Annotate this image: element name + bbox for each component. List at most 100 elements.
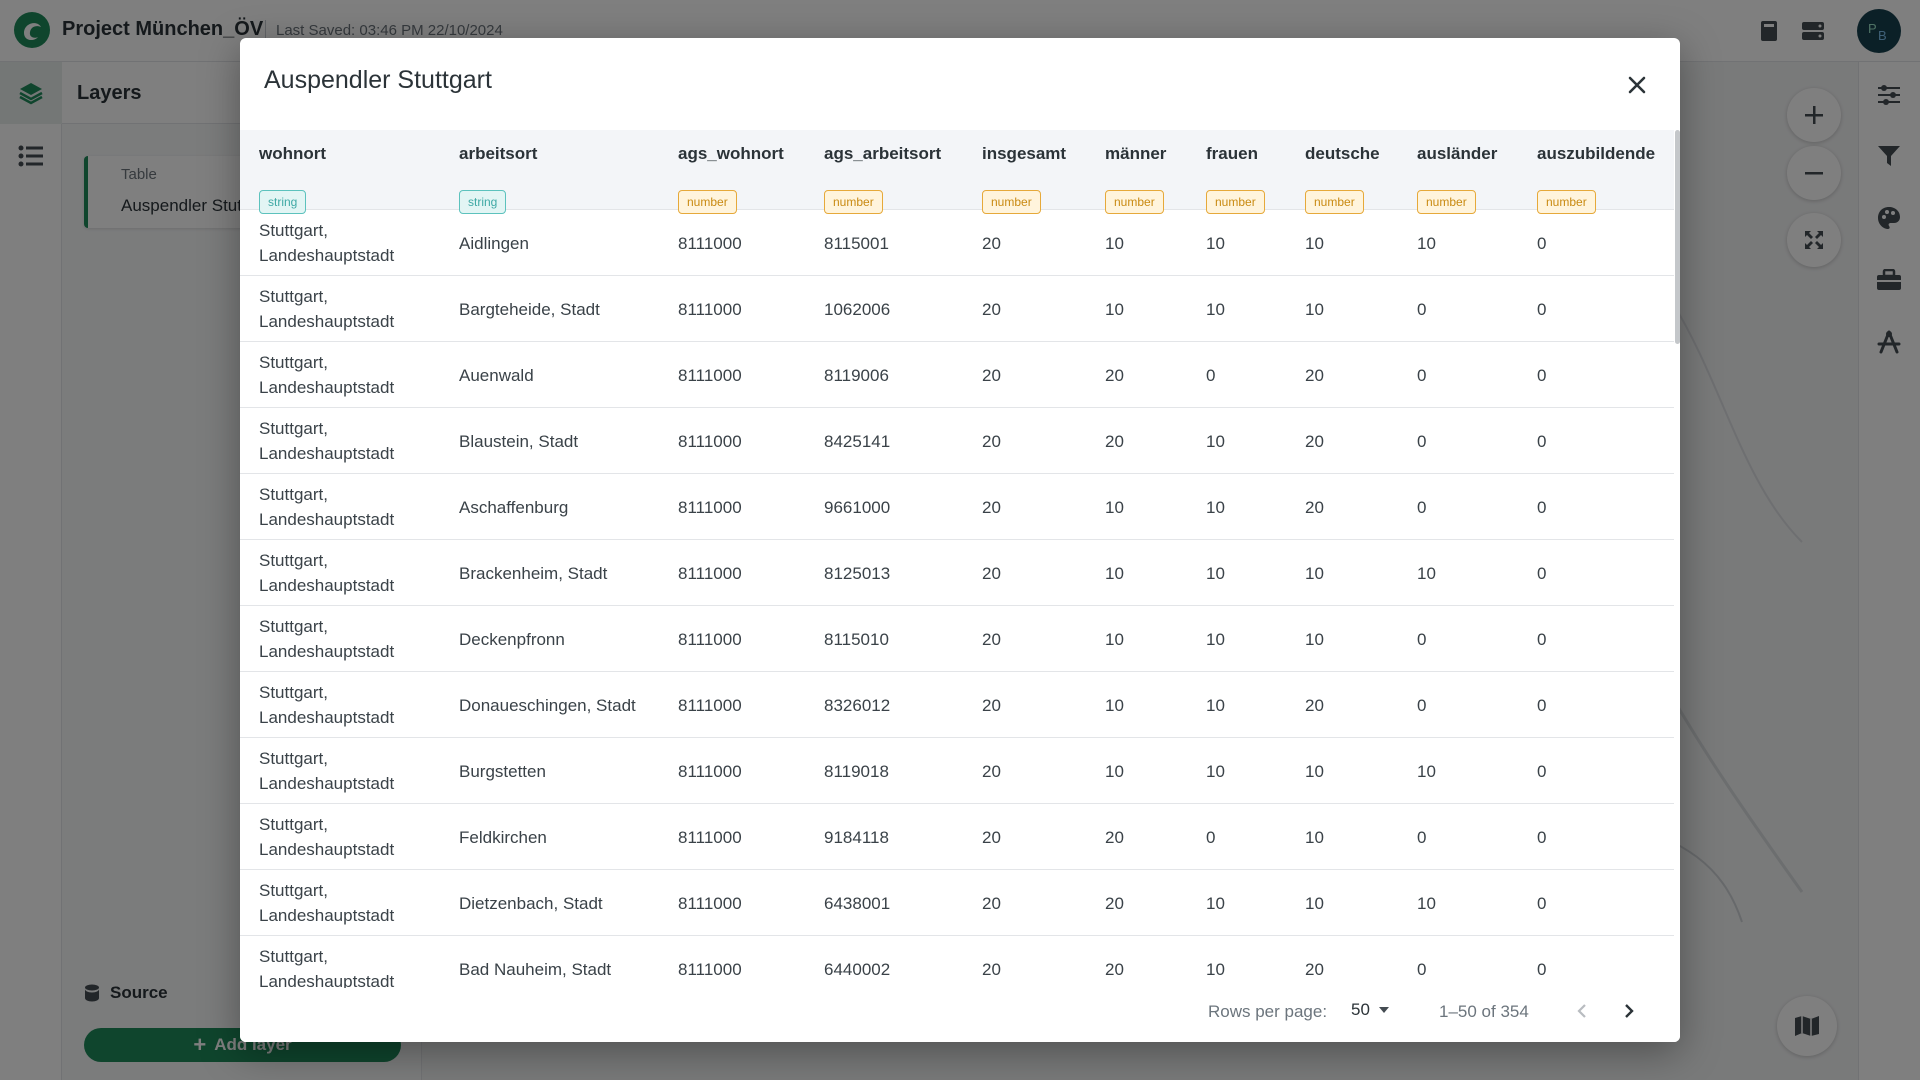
column-header-5[interactable]: männer number [1105,144,1166,214]
table-cell: 10 [1305,233,1324,253]
rows-per-page-select[interactable]: 50 [1351,1000,1390,1020]
table-cell: 8115010 [824,629,889,649]
table-body: Stuttgart, Landeshauptstadt Aidlingen 8111… [240,210,1674,1002]
scrollbar-thumb[interactable] [1675,130,1680,344]
table-cell: 20 [1305,365,1324,385]
table-cell: 20 [1305,431,1324,451]
column-name: männer [1105,144,1167,163]
close-button[interactable] [1620,68,1654,102]
table-cell: Stuttgart, Landeshauptstadt [259,287,395,331]
column-header-1[interactable]: arbeitsort string [459,144,537,214]
table-cell: Brackenheim, Stadt [459,563,608,583]
table-cell: 8125013 [824,563,891,583]
table-cell: 0 [1537,497,1547,517]
attribute-table-dialog: Auspendler Stuttgart wohnort string arbeit… [240,38,1680,1042]
table-cell: 0 [1537,761,1547,781]
caret-down-icon [1378,1007,1389,1013]
column-header-2[interactable]: ags_wohnort number [678,144,784,214]
table-cell: 10 [1417,563,1436,583]
column-header-4[interactable]: insgesamt number [982,144,1066,214]
table-cell: Auenwald [459,365,534,385]
table-row[interactable]: Stuttgart, Landeshauptstadt Burgstetten 81… [240,738,1674,804]
table-cell: Deckenpfronn [459,629,565,649]
column-header-0[interactable]: wohnort string [259,144,326,214]
table-cell: 20 [982,299,1001,319]
table-cell: 0 [1537,431,1547,451]
table-cell: 20 [982,431,1001,451]
table-row[interactable]: Stuttgart, Landeshauptstadt Bargteheide, … [240,276,1674,342]
table-row[interactable]: Stuttgart, Landeshauptstadt Brackenheim, … [240,540,1674,606]
table-cell: 20 [1305,497,1324,517]
table-cell: 20 [982,629,1001,649]
column-name: deutsche [1305,144,1380,163]
table-cell: 0 [1417,827,1427,847]
column-header-3[interactable]: ags_arbeitsort number [824,144,941,214]
table-cell: Stuttgart, Landeshauptstadt [259,683,395,727]
table-cell: Donaueschingen, Stadt [459,695,636,715]
table-cell: 10 [1105,761,1124,781]
table-cell: 20 [982,761,1001,781]
table-cell: 20 [1105,431,1124,451]
table-header: wohnort string arbeitsort string ags_wohnort… [240,130,1674,214]
table-cell: 0 [1417,497,1427,517]
column-name: ags_wohnort [678,144,784,163]
table-row[interactable]: Stuttgart, Landeshauptstadt Donaueschinge… [240,672,1674,738]
table-cell: 8111000 [678,629,742,649]
table-cell: 10 [1417,233,1436,253]
table-cell: Stuttgart, Landeshauptstadt [259,749,395,793]
table-cell: Stuttgart, Landeshauptstadt [259,353,395,397]
table-cell: 1062006 [824,299,891,319]
table-cell: 8111000 [678,827,742,847]
chevron-right-icon [1625,1004,1634,1018]
table-cell: 8119018 [824,761,889,781]
chevron-left-icon [1577,1004,1586,1018]
table-cell: 0 [1417,299,1427,319]
table-cell: 10 [1206,233,1225,253]
column-name: auszubildende [1537,144,1656,163]
table-cell: 20 [1105,893,1124,913]
rows-per-page-value: 50 [1351,1000,1370,1019]
previous-page-button[interactable] [1565,994,1599,1028]
table-cell: 8115001 [824,233,889,253]
table-cell: 8425141 [824,431,891,451]
column-header-9[interactable]: auszubildende number [1537,144,1655,214]
table-row[interactable]: Stuttgart, Landeshauptstadt Deckenpfronn 8… [240,606,1674,672]
table-row[interactable]: Stuttgart, Landeshauptstadt Aidlingen 8111… [240,210,1674,276]
table-cell: Stuttgart, Landeshauptstadt [259,419,395,463]
table-cell: 10 [1417,761,1436,781]
table-cell: 20 [1105,827,1124,847]
table-row[interactable]: Stuttgart, Landeshauptstadt Feldkirchen 81… [240,804,1674,870]
table-row[interactable]: Stuttgart, Landeshauptstadt Auenwald 81110… [240,342,1674,408]
next-page-button[interactable] [1612,994,1646,1028]
table-cell: 0 [1206,827,1216,847]
table-cell: 0 [1417,431,1427,451]
table-cell: 0 [1537,365,1547,385]
table-cell: Aschaffenburg [459,497,569,517]
table-cell: 10 [1206,563,1225,583]
table-cell: 10 [1206,497,1225,517]
close-icon [1628,76,1646,94]
table-cell: 8111000 [678,299,742,319]
table-cell: Stuttgart, Landeshauptstadt [259,485,395,529]
table-cell: 10 [1305,827,1324,847]
table-cell: 0 [1537,563,1547,583]
table-cell: Stuttgart, Landeshauptstadt [259,815,395,859]
table-cell: 20 [982,827,1001,847]
table-row[interactable]: Stuttgart, Landeshauptstadt Dietzenbach, … [240,870,1674,936]
table-cell: 10 [1105,233,1124,253]
column-header-7[interactable]: deutsche number [1305,144,1380,214]
column-name: wohnort [259,144,327,163]
table-cell: 0 [1206,365,1216,385]
table-row[interactable]: Stuttgart, Landeshauptstadt Blaustein, St… [240,408,1674,474]
table-cell: 6438001 [824,893,891,913]
column-header-6[interactable]: frauen number [1206,144,1265,214]
table-cell: 10 [1305,629,1324,649]
table-cell: 10 [1105,497,1124,517]
table-cell: 0 [1417,695,1427,715]
table-cell: 0 [1417,629,1427,649]
table-cell: Stuttgart, Landeshauptstadt [259,617,395,661]
data-table: wohnort string arbeitsort string ags_wohnort… [240,130,1674,1018]
table-row[interactable]: Stuttgart, Landeshauptstadt Aschaffenburg… [240,474,1674,540]
page-range-text: 1–50 of 354 [1439,1002,1529,1021]
column-header-8[interactable]: ausländer number [1417,144,1497,214]
